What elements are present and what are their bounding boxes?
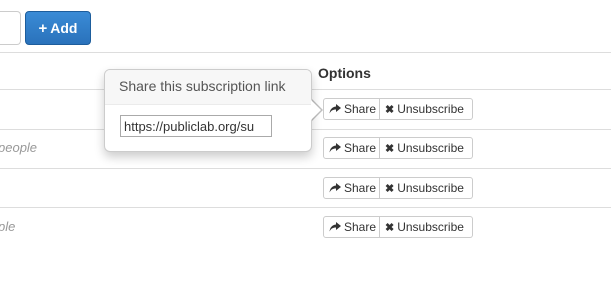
unsubscribe-label: Unsubscribe bbox=[397, 141, 464, 155]
close-icon: ✖ bbox=[385, 142, 395, 155]
close-icon: ✖ bbox=[385, 182, 395, 195]
unsubscribe-button[interactable]: ✖ Unsubscribe bbox=[380, 216, 473, 238]
unsubscribe-label: Unsubscribe bbox=[397, 181, 464, 195]
unsubscribe-label: Unsubscribe bbox=[397, 220, 464, 234]
share-popover: Share this subscription link bbox=[104, 69, 312, 152]
share-arrow-icon bbox=[329, 183, 341, 193]
share-arrow-icon bbox=[329, 143, 341, 153]
table-row: Share ✖ Unsubscribe bbox=[323, 216, 473, 238]
close-icon: ✖ bbox=[385, 221, 395, 234]
share-arrow-icon bbox=[329, 104, 341, 114]
options-column-header: Options bbox=[318, 65, 371, 81]
share-button[interactable]: Share bbox=[323, 216, 380, 238]
table-divider bbox=[0, 168, 611, 169]
share-label: Share bbox=[344, 102, 377, 116]
share-label: Share bbox=[344, 141, 377, 155]
popover-title: Share this subscription link bbox=[105, 70, 311, 105]
share-button[interactable]: Share bbox=[323, 177, 380, 199]
table-row: Share ✖ Unsubscribe bbox=[323, 177, 473, 199]
subscription-link-input[interactable] bbox=[120, 115, 272, 137]
share-label: Share bbox=[344, 181, 377, 195]
plus-icon: + bbox=[38, 19, 48, 37]
add-button-label: Add bbox=[50, 20, 78, 36]
share-label: Share bbox=[344, 220, 377, 234]
popover-content bbox=[105, 105, 311, 147]
share-button[interactable]: Share bbox=[323, 137, 380, 159]
popover-arrow bbox=[311, 100, 321, 120]
row-description: people bbox=[0, 140, 38, 155]
table-divider bbox=[0, 52, 611, 53]
unsubscribe-button[interactable]: ✖ Unsubscribe bbox=[380, 137, 473, 159]
unsubscribe-label: Unsubscribe bbox=[397, 102, 464, 116]
table-row: Share ✖ Unsubscribe bbox=[323, 98, 473, 120]
table-row: Share ✖ Unsubscribe bbox=[323, 137, 473, 159]
tag-input[interactable] bbox=[0, 11, 21, 45]
table-divider bbox=[0, 207, 611, 208]
share-button[interactable]: Share bbox=[323, 98, 380, 120]
share-arrow-icon bbox=[329, 222, 341, 232]
unsubscribe-button[interactable]: ✖ Unsubscribe bbox=[380, 177, 473, 199]
unsubscribe-button[interactable]: ✖ Unsubscribe bbox=[380, 98, 473, 120]
add-button[interactable]: + Add bbox=[25, 11, 91, 45]
close-icon: ✖ bbox=[385, 103, 395, 116]
subscriptions-page: + Add Options Share ✖ Unsubscribe people… bbox=[0, 0, 611, 304]
row-description: ple bbox=[0, 219, 16, 234]
